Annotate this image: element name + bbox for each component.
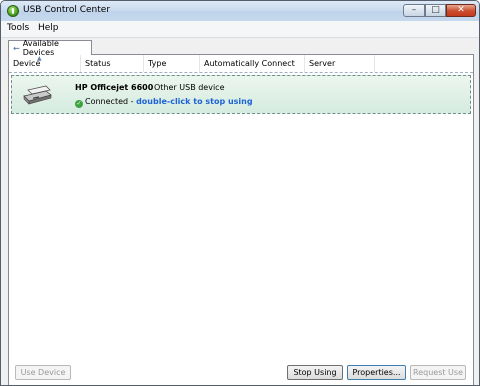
check-icon: ✓ xyxy=(75,100,83,108)
devices-panel: Device ▲ Status Type Automatically Conne… xyxy=(8,54,474,385)
close-button[interactable]: ✕ xyxy=(446,4,476,17)
minimize-button[interactable]: – xyxy=(403,4,425,17)
app-window: USB Control Center – □ ✕ Tools Help ⇜ Av… xyxy=(0,0,480,386)
device-type: Other USB device xyxy=(154,83,225,92)
usb-icon: ⇜ xyxy=(13,43,20,53)
column-header-type[interactable]: Type xyxy=(144,55,200,72)
menu-bar: Tools Help xyxy=(1,21,479,38)
printer-icon xyxy=(23,85,52,105)
tab-available-devices[interactable]: ⇜ Available Devices xyxy=(8,39,92,57)
menu-help[interactable]: Help xyxy=(38,23,59,33)
use-device-button[interactable]: Use Device xyxy=(15,365,71,380)
column-header-status[interactable]: Status xyxy=(81,55,144,72)
column-header-device[interactable]: Device ▲ xyxy=(9,55,81,72)
status-text: Connected xyxy=(85,97,129,106)
maximize-button[interactable]: □ xyxy=(425,4,446,17)
device-name: HP Officejet 6600 xyxy=(75,83,154,92)
status-separator: - xyxy=(128,97,137,106)
tab-label: Available Devices xyxy=(22,39,59,57)
column-header-server[interactable]: Server xyxy=(305,55,375,72)
request-use-button[interactable]: Request Use xyxy=(410,365,466,380)
column-header-auto-connect[interactable]: Automatically Connect xyxy=(200,55,305,72)
device-status: ✓ Connected - double-click to stop using xyxy=(75,97,253,108)
stop-using-button[interactable]: Stop Using xyxy=(287,365,343,380)
menu-tools[interactable]: Tools xyxy=(7,23,29,33)
stop-using-link[interactable]: double-click to stop using xyxy=(136,97,253,106)
window-title: USB Control Center xyxy=(23,5,111,15)
table-header: Device ▲ Status Type Automatically Conne… xyxy=(9,55,473,73)
properties-button[interactable]: Properties... xyxy=(347,365,406,380)
title-bar[interactable]: USB Control Center – □ ✕ xyxy=(1,1,479,21)
app-logo-icon xyxy=(7,5,19,17)
client-area: ⇜ Available Devices Device ▲ Status Type… xyxy=(1,38,479,385)
table-row[interactable]: HP Officejet 6600 Other USB device ✓ Conn… xyxy=(11,75,471,114)
